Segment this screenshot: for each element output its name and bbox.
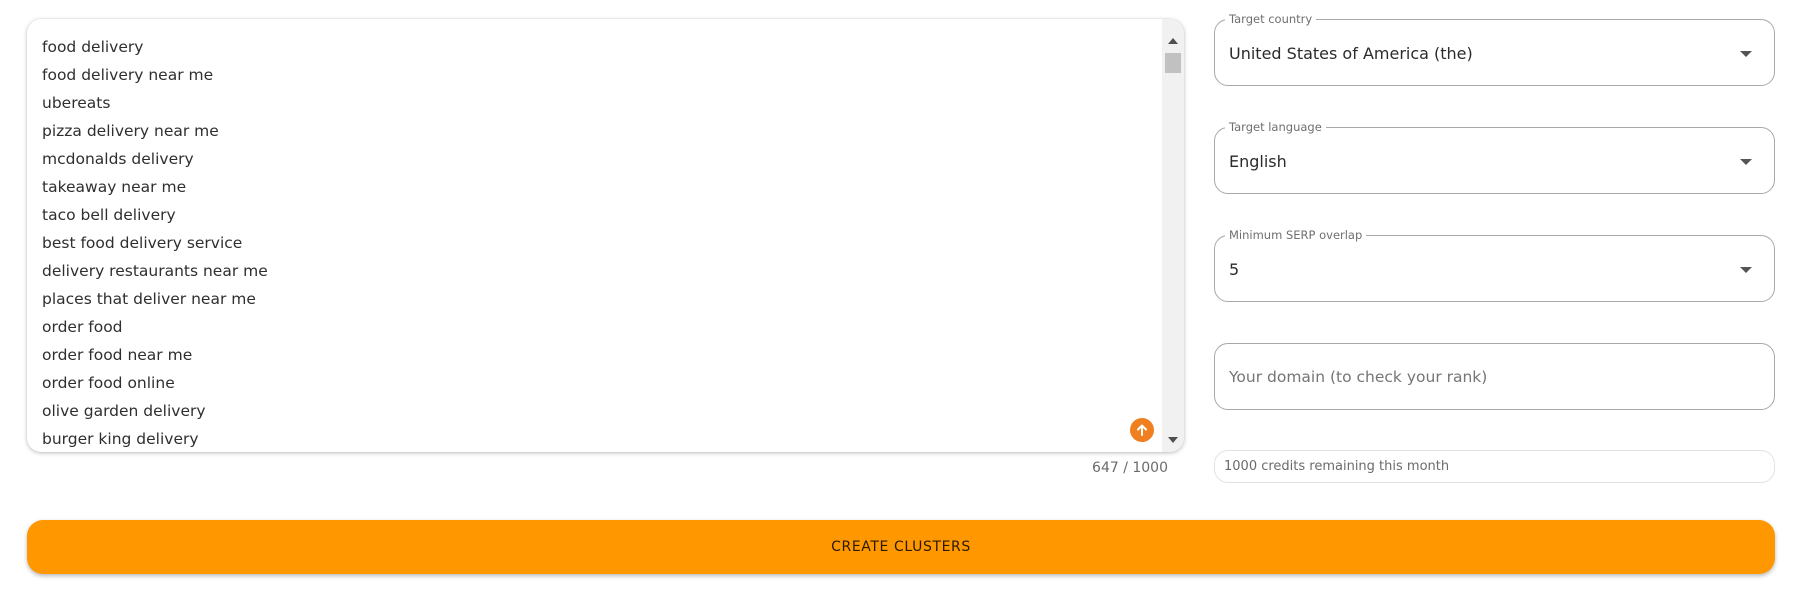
keyword-line: takeaway near me: [42, 178, 187, 196]
credits-remaining: 1000 credits remaining this month: [1214, 450, 1775, 483]
keyword-line: mcdonalds delivery: [42, 150, 194, 168]
keyword-line: food delivery near me: [42, 66, 214, 84]
min-serp-overlap-value: 5: [1229, 260, 1240, 279]
keyword-line: order food near me: [42, 346, 193, 364]
domain-field[interactable]: [1214, 343, 1775, 410]
keyword-line: food delivery: [42, 38, 144, 56]
target-country-value: United States of America (the): [1229, 44, 1473, 63]
scroll-down-arrow-icon[interactable]: [1168, 437, 1178, 443]
domain-input[interactable]: [1215, 344, 1774, 409]
keyword-line: burger king delivery: [42, 430, 199, 448]
keyword-line: best food delivery service: [42, 234, 243, 252]
keyword-line: pizza delivery near me: [42, 122, 219, 140]
caret-down-icon: [1740, 267, 1752, 273]
keywords-scrollbar[interactable]: [1162, 19, 1184, 452]
create-clusters-button[interactable]: CREATE CLUSTERS: [27, 520, 1775, 574]
scroll-thumb[interactable]: [1165, 53, 1181, 73]
keyword-line: olive garden delivery: [42, 402, 206, 420]
keywords-list[interactable]: food delivery food delivery near me uberea…: [27, 19, 1162, 452]
upload-button[interactable]: [1130, 418, 1154, 442]
keyword-line: places that deliver near me: [42, 290, 256, 308]
arrow-up-icon: [1137, 424, 1147, 436]
keyword-line: taco bell delivery: [42, 206, 176, 224]
target-language-select[interactable]: Target language English: [1214, 119, 1775, 194]
cluster-form: food delivery food delivery near me uberea…: [0, 0, 1806, 609]
caret-down-icon: [1740, 159, 1752, 165]
scroll-up-arrow-icon[interactable]: [1168, 38, 1178, 44]
caret-down-icon: [1740, 51, 1752, 57]
keyword-line: ubereats: [42, 94, 111, 112]
keyword-line: delivery restaurants near me: [42, 262, 268, 280]
target-country-select[interactable]: Target country United States of America …: [1214, 11, 1775, 86]
keywords-textarea[interactable]: food delivery food delivery near me uberea…: [27, 19, 1184, 452]
keyword-line: order food: [42, 318, 123, 336]
keyword-line: order food online: [42, 374, 175, 392]
target-language-value: English: [1229, 152, 1287, 171]
keyword-counter: 647 / 1000: [1092, 460, 1168, 476]
min-serp-overlap-select[interactable]: Minimum SERP overlap 5: [1214, 227, 1775, 302]
min-serp-overlap-label: Minimum SERP overlap: [1225, 227, 1367, 243]
